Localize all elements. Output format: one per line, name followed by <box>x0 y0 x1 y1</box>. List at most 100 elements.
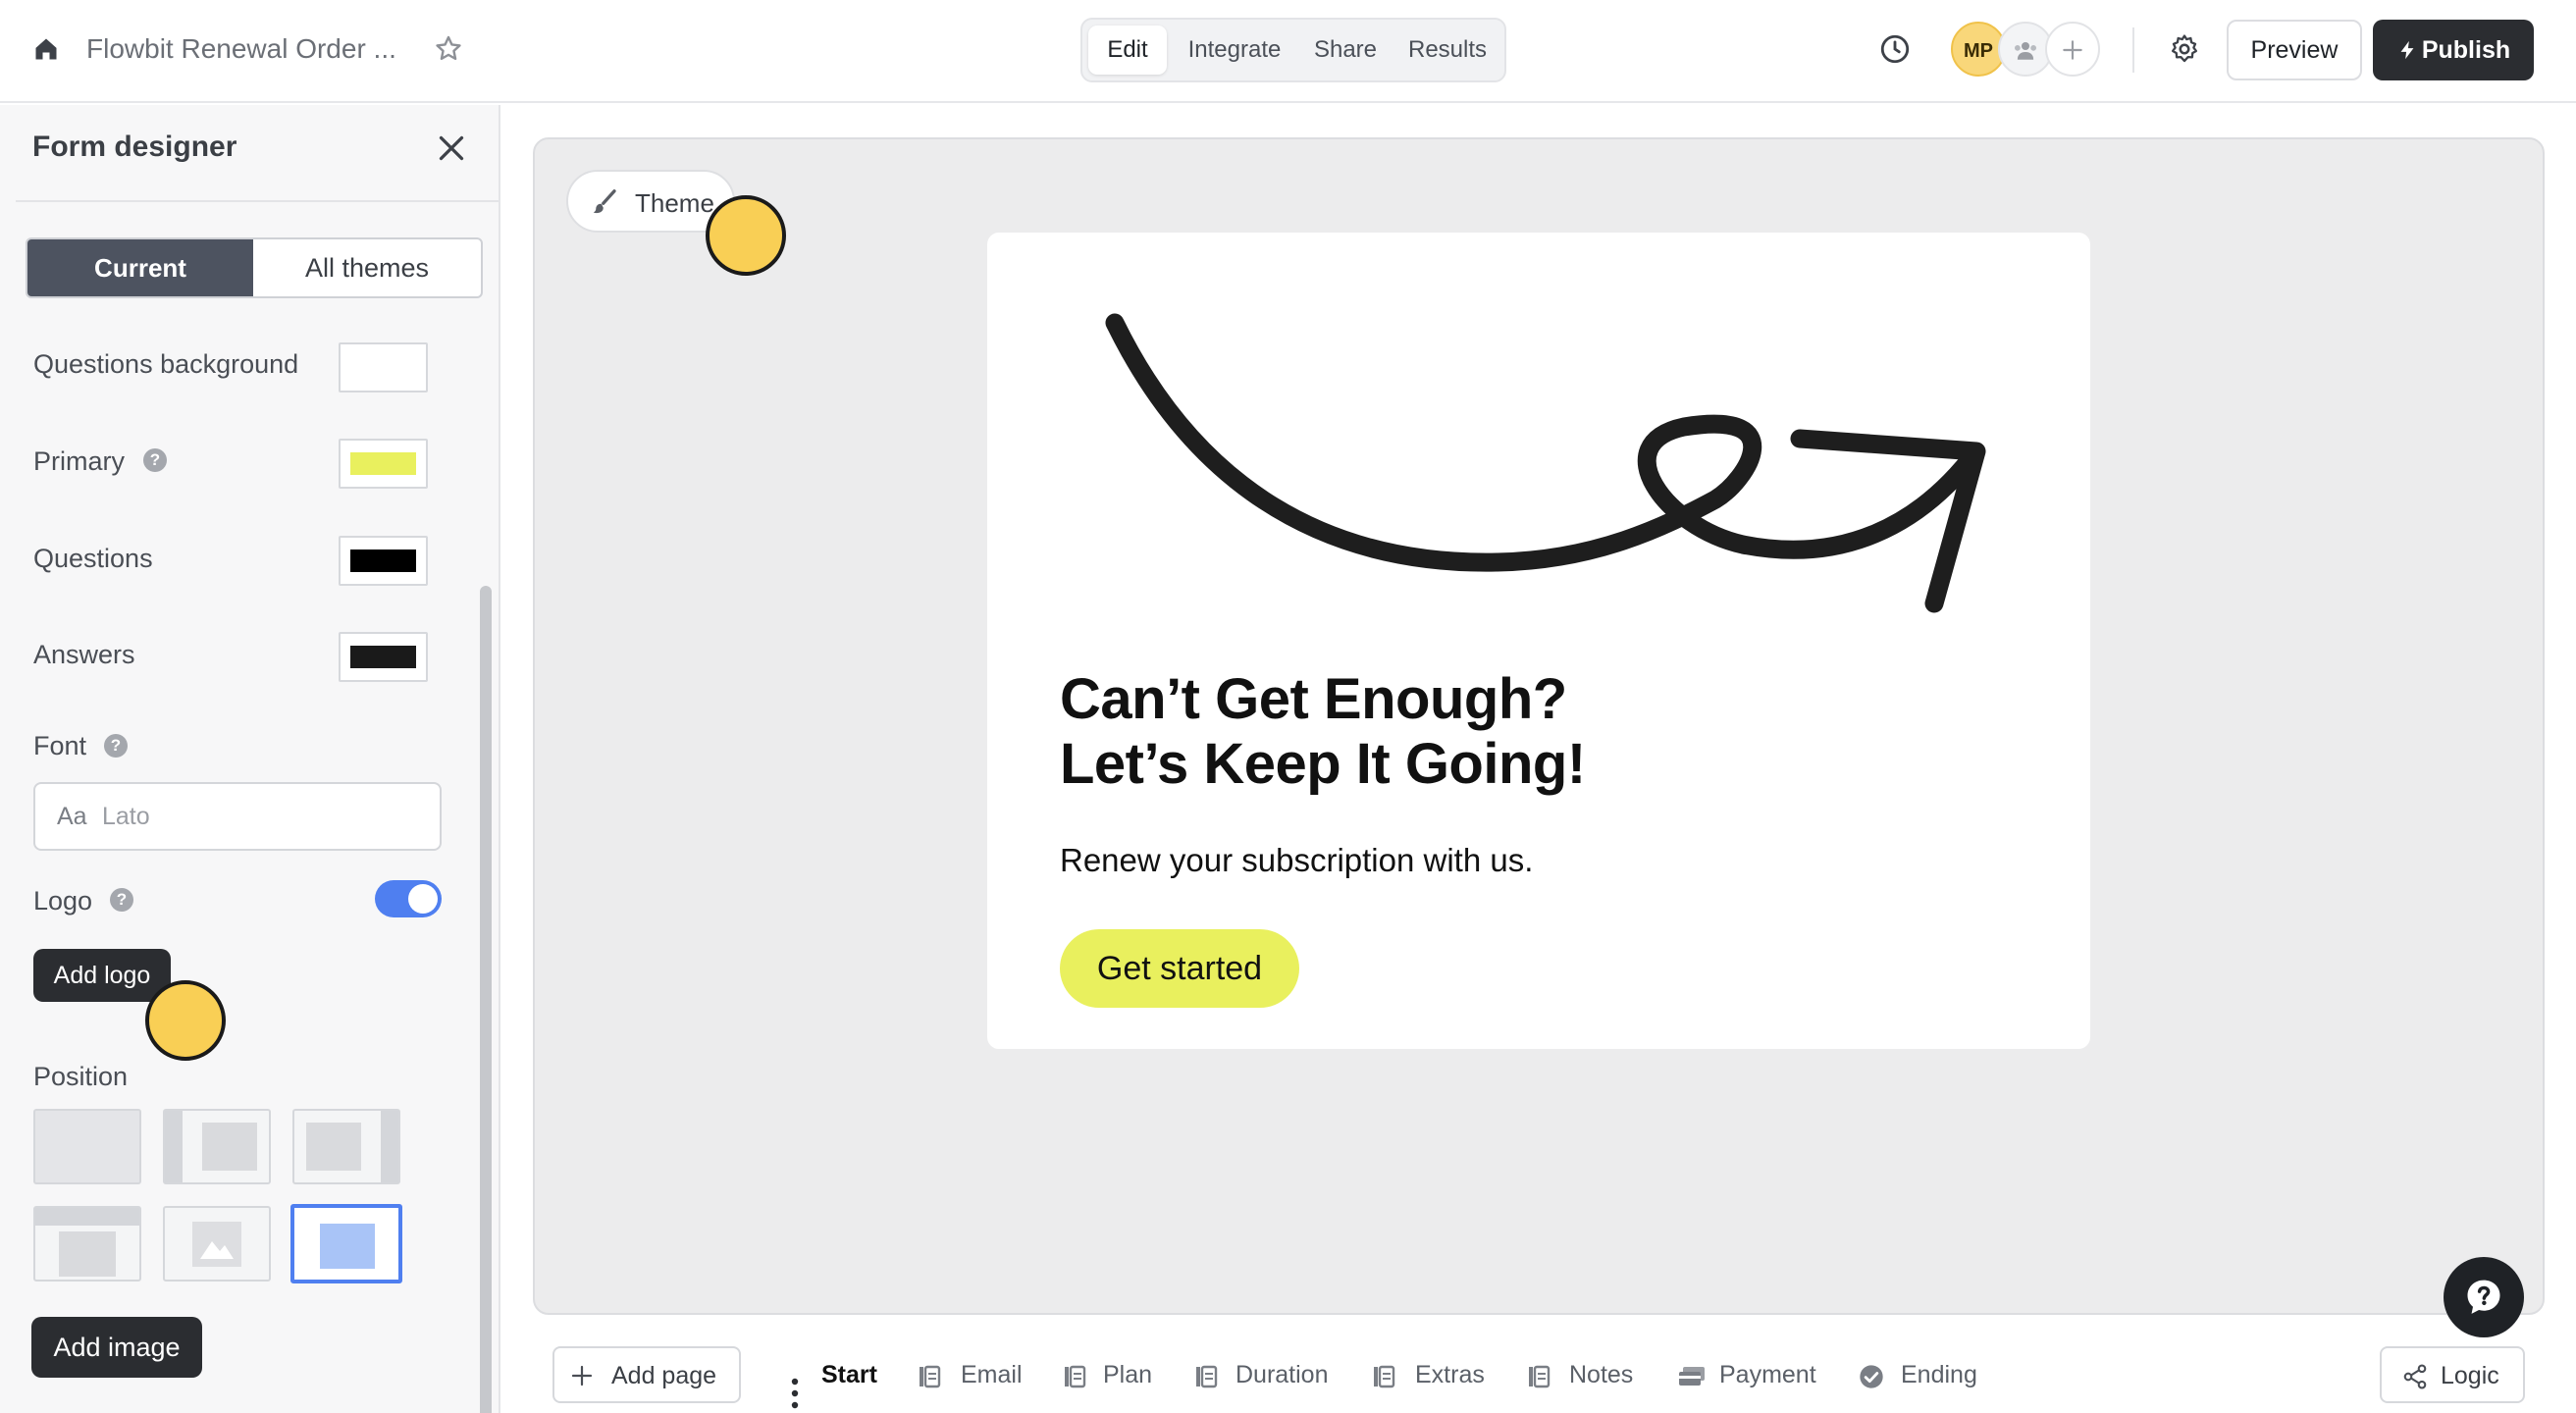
panel-divider <box>16 200 499 202</box>
page-tab-plan[interactable]: Plan <box>1103 1361 1152 1389</box>
questions-swatch[interactable] <box>339 536 428 586</box>
position-option-full[interactable] <box>33 1109 141 1184</box>
primary-label: Primary <box>33 446 125 476</box>
tab-current[interactable]: Current <box>27 239 253 296</box>
share-nodes-icon <box>2403 1364 2427 1389</box>
layout-block <box>202 1123 257 1171</box>
theme-label: Theme <box>635 188 714 218</box>
add-logo-button[interactable]: Add logo <box>33 949 171 1002</box>
users-icon <box>2015 42 2036 60</box>
help-button[interactable] <box>2444 1257 2524 1337</box>
paintbrush-icon <box>593 189 616 214</box>
bolt-icon <box>2400 40 2414 60</box>
tab-results[interactable]: Results <box>1394 26 1500 75</box>
add-collaborator-button[interactable] <box>2045 22 2100 77</box>
form-page-icon <box>1374 1365 1395 1388</box>
form-page-icon <box>1529 1365 1551 1388</box>
form-title[interactable]: Flowbit Renewal Order ... <box>86 33 396 65</box>
welcome-title: Can’t Get Enough? Let’s Keep It Going! <box>1060 667 1586 797</box>
form-page-icon <box>920 1365 941 1388</box>
position-option-top[interactable] <box>33 1206 141 1282</box>
position-option-left[interactable] <box>163 1109 271 1184</box>
toolbar-divider <box>2132 27 2134 73</box>
logic-button[interactable]: Logic <box>2380 1346 2525 1403</box>
position-option-center[interactable] <box>290 1204 402 1283</box>
cursor-indicator <box>706 195 786 276</box>
image-icon <box>200 1241 234 1259</box>
questions-color-fill <box>350 550 416 572</box>
font-select[interactable]: Aa Lato <box>33 782 442 851</box>
layout-block <box>59 1231 116 1277</box>
primary-swatch[interactable] <box>339 439 428 489</box>
add-page-label: Add page <box>611 1362 717 1389</box>
close-icon[interactable] <box>434 131 469 166</box>
position-label: Position <box>33 1062 129 1091</box>
form-page-icon <box>1065 1365 1086 1388</box>
primary-color-fill <box>350 452 416 475</box>
theme-tabs: Current All themes <box>26 237 483 298</box>
answers-color-fill <box>350 646 416 668</box>
scrollbar-thumb[interactable] <box>480 586 492 1413</box>
home-icon[interactable] <box>32 35 60 63</box>
gear-icon[interactable] <box>2168 32 2201 66</box>
check-circle-icon <box>1860 1365 1883 1388</box>
get-started-button[interactable]: Get started <box>1060 929 1299 1008</box>
payment-icon <box>1679 1367 1705 1386</box>
tab-integrate[interactable]: Integrate <box>1173 26 1296 75</box>
layout-block <box>306 1123 361 1171</box>
tab-share[interactable]: Share <box>1300 26 1391 75</box>
logo-toggle[interactable] <box>375 880 442 917</box>
page-tab-payment[interactable]: Payment <box>1719 1361 1816 1389</box>
page-tab-duration[interactable]: Duration <box>1235 1361 1329 1389</box>
layout-bar <box>35 1208 139 1226</box>
add-page-button[interactable]: Add page <box>552 1346 741 1403</box>
cursor-indicator <box>145 980 226 1061</box>
font-help-icon[interactable]: ? <box>104 734 128 758</box>
preview-button[interactable]: Preview <box>2227 20 2362 80</box>
add-image-button[interactable]: Add image <box>31 1317 202 1378</box>
star-icon[interactable] <box>433 33 464 65</box>
welcome-title-line-2: Let’s Keep It Going! <box>1060 732 1586 796</box>
sidebar-scrollbar[interactable] <box>471 331 499 1413</box>
position-option-background[interactable] <box>163 1206 271 1282</box>
page-tab-extras[interactable]: Extras <box>1415 1361 1485 1389</box>
help-chat-icon <box>2467 1280 2500 1314</box>
font-label: Font <box>33 731 87 760</box>
toggle-knob <box>408 884 438 914</box>
layout-block <box>320 1224 375 1269</box>
logic-label: Logic <box>2441 1362 2499 1389</box>
panel-title: Form designer <box>32 131 237 163</box>
layout-bar <box>381 1111 398 1182</box>
logo-label: Logo <box>33 886 93 916</box>
page-tab-email[interactable]: Email <box>961 1361 1023 1389</box>
drag-handle-icon[interactable] <box>783 1376 807 1411</box>
font-value: Lato <box>102 803 150 830</box>
questions-background-label: Questions background <box>33 349 299 379</box>
answers-swatch[interactable] <box>339 632 428 682</box>
questions-background-swatch[interactable] <box>339 342 428 392</box>
primary-help-icon[interactable]: ? <box>143 448 167 472</box>
tab-edit[interactable]: Edit <box>1088 26 1167 75</box>
page-tab-start[interactable]: Start <box>821 1361 877 1389</box>
tab-all-themes[interactable]: All themes <box>253 239 481 296</box>
publish-button[interactable]: Publish <box>2373 20 2534 80</box>
form-designer-panel: Form designer Current All themes Questio… <box>0 105 500 1413</box>
welcome-title-line-1: Can’t Get Enough? <box>1060 667 1567 731</box>
page-tab-notes[interactable]: Notes <box>1569 1361 1633 1389</box>
clock-icon[interactable] <box>1878 32 1912 66</box>
logo-help-icon[interactable]: ? <box>110 888 133 912</box>
plus-icon <box>571 1365 593 1387</box>
top-bar: Flowbit Renewal Order ... Edit Integrate… <box>0 0 2576 103</box>
view-switcher: Edit Integrate Share Results <box>1080 18 1506 82</box>
font-prefix-icon: Aa <box>57 803 87 830</box>
page-tab-ending[interactable]: Ending <box>1901 1361 1977 1389</box>
position-option-right[interactable] <box>292 1109 400 1184</box>
welcome-subtitle: Renew your subscription with us. <box>1060 842 1534 878</box>
questions-label: Questions <box>33 544 153 573</box>
curly-arrow-illustration <box>1105 313 1986 613</box>
answers-label: Answers <box>33 640 135 669</box>
plus-icon <box>2063 40 2082 60</box>
form-page-icon <box>1196 1365 1218 1388</box>
layout-bar <box>165 1111 183 1182</box>
publish-label: Publish <box>2421 36 2511 64</box>
